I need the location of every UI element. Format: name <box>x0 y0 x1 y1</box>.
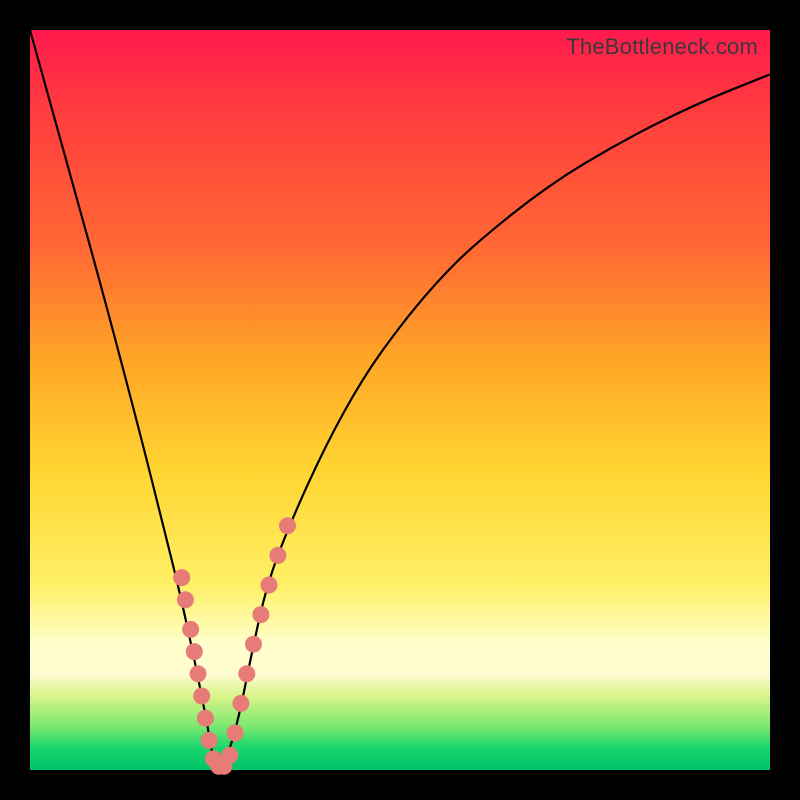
bead-point <box>245 636 262 653</box>
bead-point <box>261 577 278 594</box>
bead-point <box>173 569 190 586</box>
bead-point <box>252 606 269 623</box>
bead-point <box>190 665 207 682</box>
bead-point <box>232 695 249 712</box>
bottleneck-curve <box>30 30 770 770</box>
bead-point <box>221 747 238 764</box>
bead-point <box>186 643 203 660</box>
bead-point <box>177 591 194 608</box>
bead-point <box>201 732 218 749</box>
bead-point <box>182 621 199 638</box>
bottleneck-chart-svg <box>30 30 770 770</box>
bead-point <box>238 665 255 682</box>
bead-point <box>193 688 210 705</box>
outer-frame: TheBottleneck.com <box>0 0 800 800</box>
bead-point <box>269 547 286 564</box>
bead-point <box>279 517 296 534</box>
bead-point <box>197 710 214 727</box>
bead-group <box>173 517 296 775</box>
bead-point <box>227 725 244 742</box>
plot-area: TheBottleneck.com <box>30 30 770 770</box>
